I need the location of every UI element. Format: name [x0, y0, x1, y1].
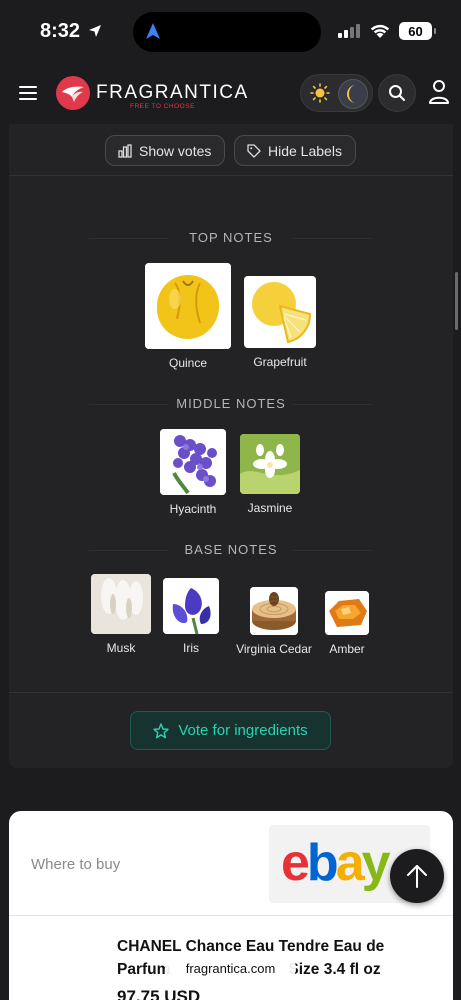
notes-pyramid-card: Show votes Hide Labels TOP NOTES Quince: [9, 124, 453, 768]
divider: [9, 915, 453, 916]
sun-icon: [310, 83, 330, 103]
hide-labels-button[interactable]: Hide Labels: [234, 135, 356, 166]
show-votes-button[interactable]: Show votes: [105, 135, 225, 166]
ebay-logo: ebay: [281, 834, 391, 892]
theme-toggle[interactable]: [300, 74, 373, 112]
battery-indicator: 60: [399, 22, 436, 40]
middle-notes-heading: MIDDLE NOTES: [9, 396, 453, 411]
grapefruit-image: [244, 276, 316, 348]
note-iris[interactable]: Iris: [161, 578, 221, 655]
search-button[interactable]: [378, 74, 416, 112]
jasmine-image: [240, 434, 300, 494]
app-header: FRAGRANTICA FREE TO CHOOSE: [0, 62, 461, 124]
quince-image: [145, 263, 231, 349]
arrow-up-icon: [407, 865, 427, 888]
divider: [9, 692, 453, 693]
moon-toggle-knob: [338, 79, 368, 109]
note-label: Virginia Cedar: [236, 642, 312, 656]
divider: [9, 175, 453, 176]
browser-url-bar[interactable]: fragrantica.com: [165, 953, 296, 983]
star-icon: [153, 722, 170, 738]
note-label: Iris: [183, 641, 199, 655]
search-icon: [389, 85, 405, 101]
show-votes-label: Show votes: [139, 142, 212, 159]
cellular-signal-icon: [338, 24, 360, 38]
musk-image: [91, 574, 151, 634]
scrollbar[interactable]: [455, 272, 458, 330]
navigation-arrow-icon: [146, 23, 160, 39]
scroll-to-top-button[interactable]: [390, 849, 444, 903]
bar-chart-icon: [118, 143, 132, 158]
vote-for-ingredients-button[interactable]: Vote for ingredients: [130, 711, 331, 750]
note-label: Amber: [329, 642, 365, 656]
amber-image: [325, 591, 369, 635]
iris-image: [163, 578, 219, 634]
note-amber[interactable]: Amber: [319, 591, 375, 656]
vote-button-label: Vote for ingredients: [178, 722, 308, 739]
base-notes-heading: BASE NOTES: [9, 542, 453, 557]
top-notes-heading: TOP NOTES: [9, 230, 453, 245]
note-grapefruit[interactable]: Grapefruit: [242, 276, 318, 369]
note-label: Quince: [168, 356, 208, 370]
fragrantica-logo-icon[interactable]: [55, 75, 91, 111]
note-jasmine[interactable]: Jasmine: [236, 434, 304, 515]
note-virginia-cedar[interactable]: Virginia Cedar: [231, 587, 317, 656]
tag-icon: [247, 143, 261, 158]
product-price: 97.75 USD: [117, 987, 201, 1000]
note-label: Jasmine: [247, 501, 293, 515]
dynamic-island: [133, 12, 321, 52]
cedar-image: [250, 587, 298, 635]
location-arrow-icon: [89, 25, 101, 37]
wifi-icon: [370, 24, 390, 38]
where-to-buy-label: Where to buy: [31, 856, 121, 873]
hyacinth-image: [160, 429, 226, 495]
note-label: Musk: [106, 641, 136, 655]
clock: 8:32: [40, 20, 81, 42]
note-label: Hyacinth: [169, 502, 217, 516]
status-bar: 8:32 60: [0, 0, 461, 62]
user-account-icon[interactable]: [428, 79, 450, 105]
note-label: Grapefruit: [253, 355, 307, 369]
menu-icon[interactable]: [19, 86, 37, 100]
note-quince[interactable]: Quince: [144, 263, 232, 370]
brand-name[interactable]: FRAGRANTICA: [96, 82, 249, 104]
moon-icon: [347, 85, 356, 103]
note-musk[interactable]: Musk: [87, 574, 155, 655]
brand-tagline: FREE TO CHOOSE: [130, 103, 195, 110]
note-hyacinth[interactable]: Hyacinth: [159, 429, 227, 516]
hide-labels-label: Hide Labels: [268, 142, 342, 159]
